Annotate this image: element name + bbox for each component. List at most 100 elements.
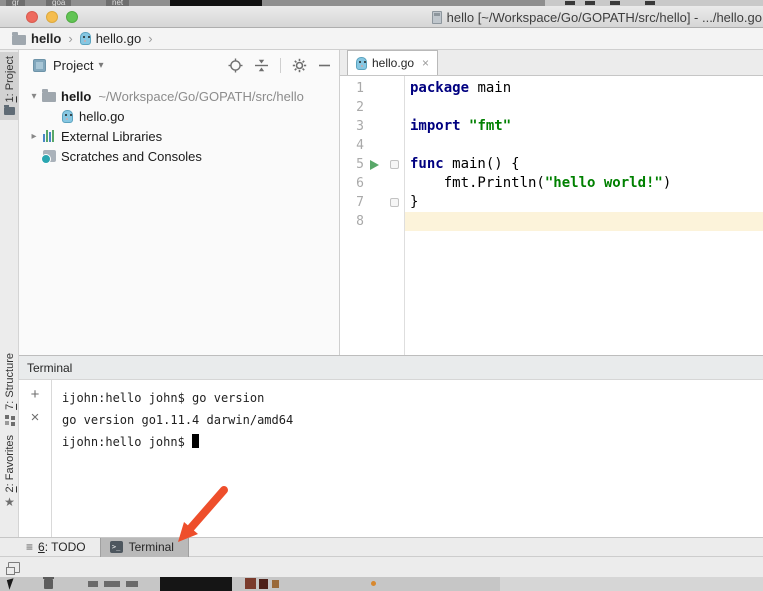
tree-item-label: External Libraries [61,129,162,144]
terminal-tab-label: Terminal [129,540,174,554]
sidebar-item-project[interactable]: 1: Project [0,52,19,120]
code-text: package main [404,79,763,98]
tree-row[interactable]: hello.go [19,106,339,126]
collapsed-arrow-icon[interactable]: ▸ [27,131,41,142]
fold-marker-icon[interactable] [384,160,404,169]
terminal-cursor [192,434,199,448]
sidebar-item-todo[interactable]: ≡ 6: TODO [26,540,86,554]
editor-body[interactable]: 1package main23import "fmt"45func main()… [340,76,763,355]
tree-item-path: ~/Workspace/Go/GOPATH/src/hello [98,89,304,104]
desktop-band [500,577,763,591]
desktop-mark [104,581,120,587]
code-text: import "fmt" [404,117,763,136]
new-session-button[interactable]: + [31,388,40,402]
tree-item-label: Scratches and Consoles [61,149,202,164]
chevron-down-icon[interactable]: ▾ [98,60,103,71]
expanded-arrow-icon[interactable]: ▾ [27,91,41,102]
minimize-window-button[interactable] [46,11,58,23]
folder-icon [12,35,26,45]
breadcrumb-item-hello-go[interactable]: hello.go [96,31,142,46]
terminal-panel-header[interactable]: Terminal [19,356,763,380]
structure-tool-icon [5,415,15,425]
code-text [404,98,763,117]
toolbar-divider [280,58,281,73]
zoom-window-button[interactable] [66,11,78,23]
todo-list-icon: ≡ [26,540,33,554]
gopher-icon [59,110,75,123]
code-text: } [404,193,763,212]
background-mark [645,1,655,5]
terminal-panel-title: Terminal [27,361,72,375]
tool-window-stripe-left: 1: Project 7: Structure 2: Favorites ★ [0,50,19,537]
tree-row[interactable]: ▸ External Libraries [19,126,339,146]
status-bar [0,556,763,577]
line-number: 4 [340,138,364,153]
tab-hello-go[interactable]: hello.go × [347,50,438,75]
hide-panel-icon[interactable] [318,58,331,73]
favorites-stripe-label: 2: Favorites [4,435,16,492]
desktop-thumbnail [245,578,256,589]
go-file-icon [356,57,367,70]
line-number: 1 [340,81,364,96]
line-number: 5 [340,157,364,172]
terminal-icon: >_ [110,541,123,553]
window-titlebar: hello [~/Workspace/Go/GOPATH/src/hello] … [0,6,763,28]
project-view-icon [33,59,46,72]
tab-label: hello.go [372,56,414,70]
terminal-output[interactable]: ijohn:hello john$ go versiongo version g… [52,380,763,537]
sidebar-item-favorites[interactable]: 2: Favorites ★ [0,435,19,508]
chevron-right-icon: › [66,31,74,46]
close-tab-icon[interactable]: × [422,56,429,70]
mouse-cursor-icon [7,578,16,589]
line-number: 8 [340,214,364,229]
collapse-all-icon[interactable] [254,58,269,73]
breadcrumb-item-hello[interactable]: hello [31,31,61,46]
line-number: 7 [340,195,364,210]
tree-item-label: hello [61,89,91,104]
fold-marker-icon[interactable] [384,198,404,207]
background-mark [565,1,575,5]
project-panel-title[interactable]: Project [53,58,93,73]
code-text [404,136,763,155]
desktop-thumbnail [272,580,279,588]
code-text: func main() { [404,155,763,174]
go-file-icon [80,32,91,45]
chevron-right-icon: › [146,31,154,46]
traffic-lights [26,11,78,23]
project-panel: Project ▾ [19,50,340,355]
desktop-thumbnail [259,579,268,589]
terminal-toolbar: + × [19,380,52,537]
background-mark [585,1,595,5]
sidebar-item-structure[interactable]: 7: Structure [0,353,19,425]
desktop-strip [0,577,763,591]
project-panel-header: Project ▾ [19,50,339,80]
gear-icon[interactable] [292,58,307,73]
tree-row[interactable]: Scratches and Consoles [19,146,339,166]
structure-stripe-label: 7: Structure [4,353,16,410]
breadcrumb: hello › hello.go › [0,28,763,50]
locate-file-icon[interactable] [228,58,243,73]
desktop-mark [88,581,98,587]
line-number: 6 [340,176,364,191]
tree-item-label: hello.go [79,109,125,124]
project-tree: ▾ hello ~/Workspace/Go/GOPATH/src/hello hel… [19,80,339,166]
desktop-black-block [160,577,232,591]
star-icon: ★ [4,496,15,508]
close-window-button[interactable] [26,11,38,23]
tool-window-stripe-bottom: ≡ 6: TODO >_ Terminal [0,537,763,556]
folder-icon [41,90,57,102]
tree-row[interactable]: ▾ hello ~/Workspace/Go/GOPATH/src/hello [19,86,339,106]
line-number: 3 [340,119,364,134]
toggle-toolwindows-icon[interactable] [8,562,20,573]
desktop-dot [371,581,376,586]
workspace: 1: Project 7: Structure 2: Favorites ★ P… [0,50,763,537]
terminal-line: go version go1.11.4 darwin/amd64 [62,409,763,431]
project-stripe-label: 1: Project [4,56,16,102]
project-tool-icon [4,107,15,115]
terminal-panel: Terminal + × ijohn:hello john$ go versio… [19,355,763,537]
terminal-line: ijohn:hello john$ [62,431,763,453]
code-text [404,212,763,231]
sidebar-item-terminal[interactable]: >_ Terminal [100,538,189,557]
run-main-icon[interactable] [364,160,384,170]
close-session-button[interactable]: × [31,411,40,425]
